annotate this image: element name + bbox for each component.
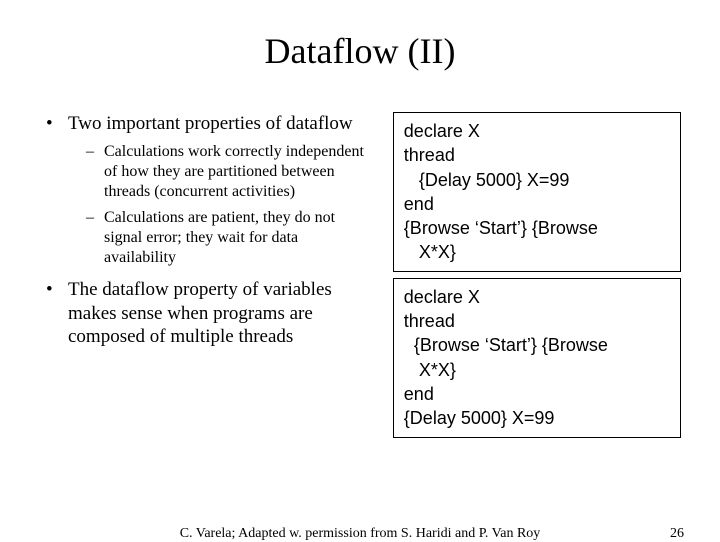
slide-title: Dataflow (II)	[40, 30, 680, 72]
bullet-2: The dataflow property of variables makes…	[40, 278, 373, 349]
content-columns: Two important properties of dataflow Cal…	[40, 112, 680, 444]
code-box-2: declare X thread {Browse ‘Start’} {Brows…	[393, 278, 681, 438]
bullet-list: Two important properties of dataflow Cal…	[40, 112, 373, 349]
sub-bullet-list-1: Calculations work correctly independent …	[68, 142, 373, 268]
sub-bullet-1-1: Calculations work correctly independent …	[86, 142, 373, 202]
sub-bullet-1-2: Calculations are patient, they do not si…	[86, 208, 373, 268]
code-box-1: declare X thread {Delay 5000} X=99 end {…	[393, 112, 681, 272]
slide: Dataflow (II) Two important properties o…	[0, 0, 720, 540]
right-column: declare X thread {Delay 5000} X=99 end {…	[393, 112, 681, 444]
bullet-2-text: The dataflow property of variables makes…	[68, 279, 332, 348]
bullet-1-text: Two important properties of dataflow	[68, 113, 353, 134]
left-column: Two important properties of dataflow Cal…	[40, 112, 373, 444]
bullet-1: Two important properties of dataflow Cal…	[40, 112, 373, 268]
